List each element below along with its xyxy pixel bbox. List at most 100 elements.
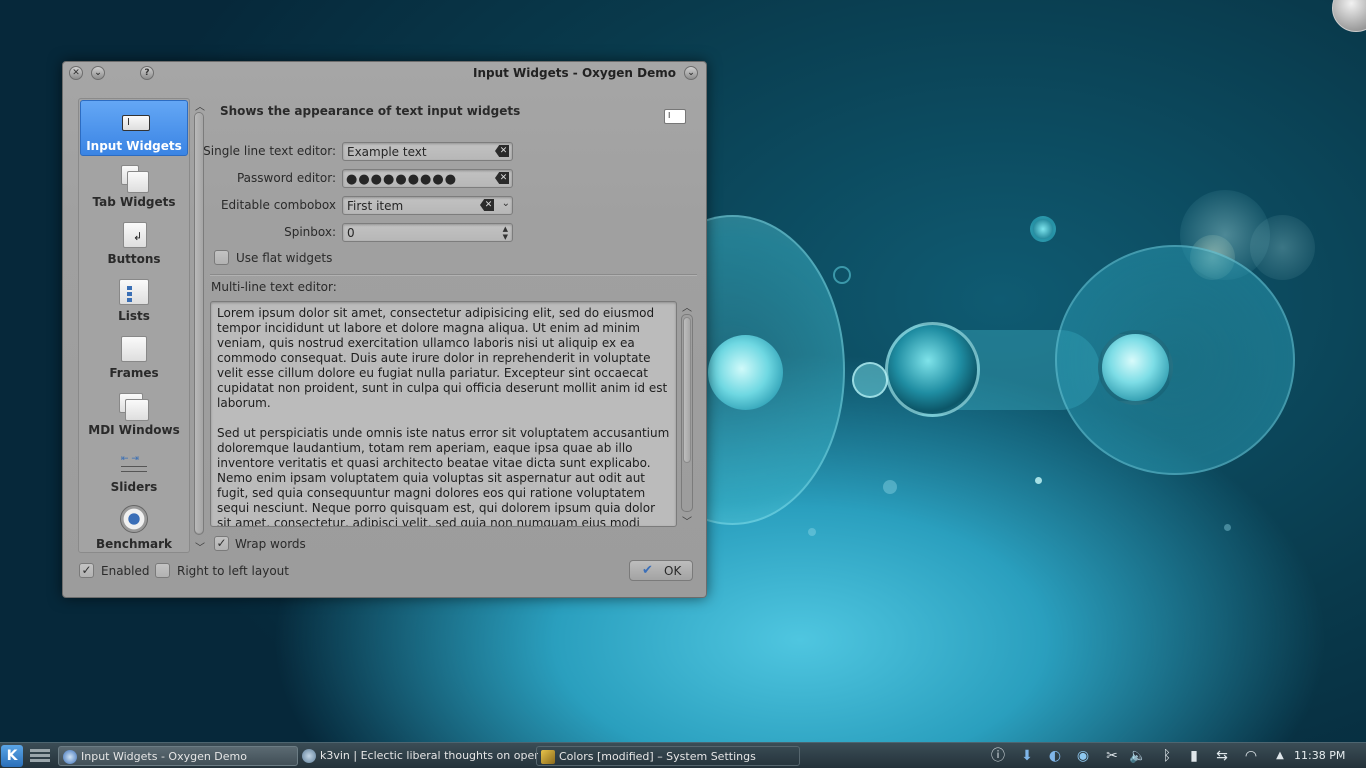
title-bar[interactable]: ✕ ⌄ ? Input Widgets - Oxygen Demo ⌄ xyxy=(63,62,706,84)
page-list: I Input Widgets Tab Widgets ↲ Buttons Li… xyxy=(78,98,190,553)
password-label: Password editor: xyxy=(236,171,336,185)
multiline-text-editor[interactable]: Lorem ipsum dolor sit amet, consectetur … xyxy=(210,301,677,527)
combo-label: Editable combobox xyxy=(220,198,336,212)
help-icon[interactable]: ? xyxy=(140,66,154,80)
password-input[interactable]: ●●●●●●●●● ✕ xyxy=(342,169,513,188)
sidebar-item-label: MDI Windows xyxy=(88,423,180,437)
multiline-label: Multi-line text editor: xyxy=(211,280,337,294)
page-heading: Shows the appearance of text input widge… xyxy=(220,104,521,118)
sidebar-item-label: Lists xyxy=(118,309,150,323)
network-icon[interactable]: ⇆ xyxy=(1213,747,1231,765)
volume-icon[interactable]: 🔈 xyxy=(1129,747,1147,765)
wallpaper-orb xyxy=(885,322,980,417)
sidebar-item-lists[interactable]: Lists xyxy=(80,271,188,327)
sidebar-item-buttons[interactable]: ↲ Buttons xyxy=(80,214,188,270)
combo-value: First item xyxy=(347,199,404,213)
enabled-checkbox[interactable]: ✓ xyxy=(79,563,94,578)
wallpaper-orb xyxy=(708,335,783,410)
clock[interactable]: 11:38 PM xyxy=(1294,749,1345,762)
wallpaper-dot xyxy=(1035,477,1042,484)
text-input-icon: I xyxy=(664,109,686,124)
sidebar-scrollbar[interactable]: ︿ ﹀ xyxy=(192,98,206,554)
slider-icon: ⇤ ⇥ xyxy=(119,448,149,476)
wallpaper-orb xyxy=(852,362,888,398)
scroll-up-icon[interactable]: ︿ xyxy=(195,98,205,113)
scroll-up-icon[interactable]: ︿ xyxy=(682,299,692,314)
ok-label: OK xyxy=(664,564,682,578)
sidebar-item-label: Frames xyxy=(109,366,159,380)
mdi-icon xyxy=(119,391,149,421)
check-icon: ✔ xyxy=(642,563,653,578)
wifi-icon[interactable]: ◠ xyxy=(1242,747,1260,765)
flat-widgets-checkbox[interactable] xyxy=(214,250,229,265)
list-icon xyxy=(119,277,149,305)
sidebar-item-benchmark[interactable]: Benchmark xyxy=(80,499,188,552)
bluetooth-icon[interactable]: ᛒ xyxy=(1158,747,1176,765)
sidebar-item-label: Sliders xyxy=(110,480,158,494)
task-label: k3vin | Eclectic liberal thoughts on ope… xyxy=(320,749,538,762)
download-icon[interactable]: ⬇ xyxy=(1018,747,1036,765)
sidebar-item-frames[interactable]: Frames xyxy=(80,328,188,384)
close-icon[interactable]: ✕ xyxy=(69,66,83,80)
text-editor-scrollbar[interactable]: ︿ ﹀ xyxy=(680,299,694,528)
scroll-down-icon[interactable]: ﹀ xyxy=(682,513,692,528)
update-icon[interactable]: ◉ xyxy=(1074,747,1092,765)
task-browser[interactable]: k3vin | Eclectic liberal thoughts on ope… xyxy=(298,746,538,766)
text-paragraph: Sed ut perspiciatis unde omnis iste natu… xyxy=(217,426,670,527)
info-icon[interactable]: ⓘ xyxy=(989,747,1007,765)
wallpaper-orb xyxy=(833,266,851,284)
window-title: Input Widgets - Oxygen Demo xyxy=(473,66,676,80)
wallpaper-bubble xyxy=(1055,245,1295,475)
window-menu-icon[interactable]: ⌄ xyxy=(684,66,698,80)
desktop-cashew-icon[interactable] xyxy=(1332,0,1366,32)
flat-widgets-label: Use flat widgets xyxy=(236,251,333,265)
kde-menu-icon[interactable]: K xyxy=(1,745,23,767)
password-value: ●●●●●●●●● xyxy=(346,172,458,187)
spinbox-label: Spinbox: xyxy=(284,225,336,239)
sidebar-item-label: Benchmark xyxy=(96,537,172,551)
scroll-down-icon[interactable]: ﹀ xyxy=(195,539,205,554)
clear-text-icon[interactable]: ✕ xyxy=(495,145,509,157)
scrollbar-thumb[interactable] xyxy=(683,317,691,463)
editable-combobox[interactable]: First item ✕ ⌄ xyxy=(342,196,513,215)
web-icon[interactable]: ◐ xyxy=(1046,747,1064,765)
settings-icon xyxy=(541,750,555,764)
klipper-icon[interactable]: ✂ xyxy=(1103,747,1121,765)
enabled-label: Enabled xyxy=(101,564,150,578)
wallpaper-dot xyxy=(883,480,897,494)
single-line-value: Example text xyxy=(347,145,427,159)
minimize-icon[interactable]: ⌄ xyxy=(91,66,105,80)
clear-text-icon[interactable]: ✕ xyxy=(480,199,494,211)
wallpaper-dot xyxy=(1224,524,1231,531)
spinbox[interactable]: 0 ▲ ▼ xyxy=(342,223,513,242)
wrap-words-checkbox[interactable]: ✓ xyxy=(214,536,229,551)
frame-icon xyxy=(119,334,149,362)
browser-icon xyxy=(302,749,316,763)
separator xyxy=(210,274,697,275)
wallpaper-orb xyxy=(1098,330,1173,405)
text-paragraph: Lorem ipsum dolor sit amet, consectetur … xyxy=(217,306,668,410)
pager-icon[interactable] xyxy=(30,747,50,765)
battery-icon[interactable]: ▮ xyxy=(1185,747,1203,765)
benchmark-icon xyxy=(119,505,149,533)
clear-text-icon[interactable]: ✕ xyxy=(495,172,509,184)
single-line-label: Single line text editor: xyxy=(203,144,336,158)
sidebar-item-sliders[interactable]: ⇤ ⇥ Sliders xyxy=(80,442,188,498)
rtl-layout-label: Right to left layout xyxy=(177,564,289,578)
chevron-down-icon[interactable]: ⌄ xyxy=(502,198,510,209)
task-oxygen-demo[interactable]: Input Widgets - Oxygen Demo xyxy=(58,746,298,766)
wallpaper-glow xyxy=(1250,215,1315,280)
ok-button[interactable]: ✔ OK xyxy=(629,560,693,581)
spinbox-value: 0 xyxy=(347,226,355,240)
task-label: Colors [modified] – System Settings xyxy=(559,750,756,763)
task-system-settings[interactable]: Colors [modified] – System Settings xyxy=(536,746,800,766)
text-input-icon: I xyxy=(120,107,150,135)
single-line-input[interactable]: Example text ✕ xyxy=(342,142,513,161)
oxygen-app-icon xyxy=(63,750,77,764)
spin-down-icon[interactable]: ▼ xyxy=(503,233,508,241)
rtl-layout-checkbox[interactable] xyxy=(155,563,170,578)
spin-up-icon[interactable]: ▲ xyxy=(503,225,508,233)
wrap-words-label: Wrap words xyxy=(235,537,306,551)
sidebar-item-mdi-windows[interactable]: MDI Windows xyxy=(80,385,188,441)
expand-tray-icon[interactable]: ▲ xyxy=(1271,747,1289,765)
